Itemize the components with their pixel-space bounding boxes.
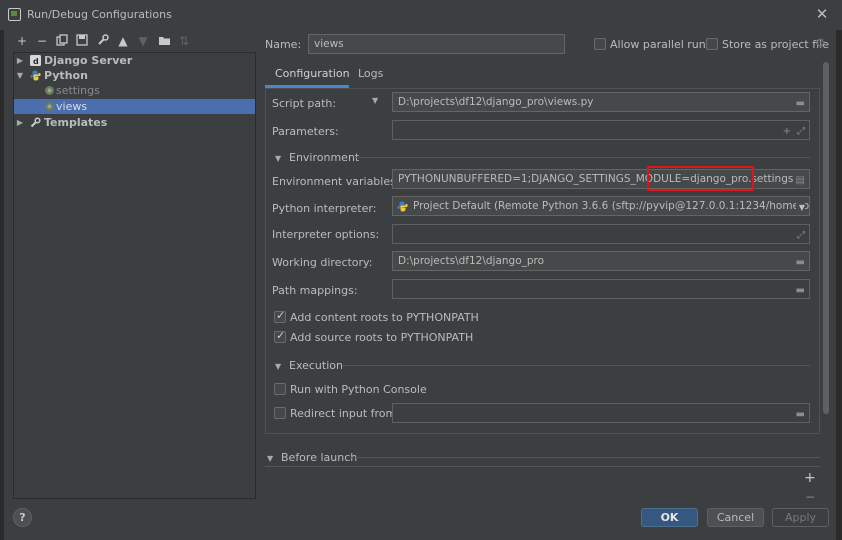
tree-item-label: settings bbox=[56, 84, 100, 97]
environment-section-title: Environment bbox=[289, 151, 360, 164]
interp-options-label: Interpreter options: bbox=[272, 228, 380, 241]
tree-item-label: Django Server bbox=[44, 54, 133, 67]
parameters-label: Parameters: bbox=[272, 125, 339, 138]
copy-icon[interactable] bbox=[55, 34, 69, 48]
chevron-down-icon[interactable]: ▼ bbox=[372, 96, 378, 105]
cancel-button[interactable]: Cancel bbox=[707, 508, 764, 527]
divider bbox=[343, 365, 810, 366]
working-dir-field[interactable]: D:\projects\df12\django_pro ▬ bbox=[392, 251, 810, 271]
window-edge-right bbox=[836, 30, 842, 540]
document-icon[interactable]: ▤ bbox=[796, 172, 805, 188]
tree-item-views[interactable]: views bbox=[14, 99, 255, 114]
wrench-icon[interactable] bbox=[96, 34, 110, 48]
remove-icon: − bbox=[805, 490, 816, 504]
apply-button[interactable]: Apply bbox=[772, 508, 829, 527]
folder-icon[interactable]: ▬ bbox=[796, 254, 805, 270]
script-path-value: D:\projects\df12\django_pro\views.py bbox=[398, 96, 594, 108]
store-project-checkbox[interactable] bbox=[706, 38, 718, 50]
add-source-roots-label: Add source roots to PYTHONPATH bbox=[290, 331, 474, 344]
move-down-icon: ▼ bbox=[138, 34, 148, 48]
python-icon bbox=[397, 200, 408, 215]
working-dir-value: D:\projects\df12\django_pro bbox=[398, 255, 545, 267]
interpreter-value: Project Default (Remote Python 3.6.6 (sf… bbox=[413, 200, 810, 212]
app-icon bbox=[8, 8, 21, 21]
collapse-arrow-icon[interactable]: ▼ bbox=[275, 362, 281, 371]
chevron-down-icon[interactable]: ▼ bbox=[16, 68, 24, 83]
add-content-roots-checkbox[interactable] bbox=[274, 309, 286, 323]
add-source-roots-checkbox[interactable] bbox=[274, 329, 286, 343]
path-mappings-label: Path mappings: bbox=[272, 284, 358, 297]
collapse-arrow-icon[interactable]: ▼ bbox=[275, 154, 281, 163]
gear-icon[interactable]: ⚙ bbox=[815, 37, 827, 49]
python-file-icon bbox=[44, 101, 55, 112]
add-icon[interactable]: + bbox=[804, 470, 816, 486]
redirect-input-field[interactable]: ▬ bbox=[392, 403, 810, 423]
close-icon[interactable]: ✕ bbox=[812, 4, 832, 24]
tree-item-python[interactable]: ▼ Python bbox=[14, 68, 255, 83]
wrench-icon bbox=[30, 117, 41, 128]
run-console-label: Run with Python Console bbox=[290, 383, 427, 396]
script-path-field[interactable]: D:\projects\df12\django_pro\views.py ▬ bbox=[392, 92, 810, 112]
tree-item-django-server[interactable]: ▶ d Django Server bbox=[14, 53, 255, 68]
folder-icon[interactable] bbox=[157, 34, 171, 48]
interpreter-dropdown[interactable]: Project Default (Remote Python 3.6.6 (sf… bbox=[392, 196, 810, 216]
window-edge-left bbox=[0, 30, 4, 540]
add-icon[interactable]: + bbox=[15, 34, 29, 48]
plus-icon[interactable]: + bbox=[783, 123, 791, 139]
allow-parallel-label: Allow parallel run bbox=[610, 38, 706, 51]
vertical-scrollbar[interactable] bbox=[823, 62, 829, 414]
redirect-input-label: Redirect input from: bbox=[290, 407, 400, 420]
expand-icon[interactable]: ⤢ bbox=[797, 227, 805, 243]
allow-parallel-checkbox[interactable] bbox=[594, 38, 606, 50]
folder-icon[interactable]: ▬ bbox=[796, 406, 805, 422]
path-mappings-field[interactable]: ▬ bbox=[392, 279, 810, 299]
tree-item-label: Templates bbox=[44, 116, 108, 129]
tree-item-templates[interactable]: ▶ Templates bbox=[14, 115, 255, 130]
ok-button[interactable]: OK bbox=[641, 508, 698, 527]
tab-logs[interactable]: Logs bbox=[358, 66, 383, 88]
remove-icon[interactable]: − bbox=[35, 34, 49, 48]
divider bbox=[350, 457, 820, 458]
help-button[interactable]: ? bbox=[13, 508, 32, 527]
chevron-right-icon[interactable]: ▶ bbox=[16, 53, 24, 68]
svg-text:d: d bbox=[33, 57, 39, 66]
name-label: Name: bbox=[265, 38, 302, 51]
add-content-roots-label: Add content roots to PYTHONPATH bbox=[290, 311, 479, 324]
save-icon[interactable] bbox=[75, 34, 89, 48]
run-console-checkbox[interactable] bbox=[274, 383, 286, 395]
configuration-tree[interactable]: ▶ d Django Server ▼ Python settings view… bbox=[13, 52, 256, 499]
script-path-label: Script path: bbox=[272, 97, 337, 110]
working-dir-label: Working directory: bbox=[272, 256, 373, 269]
divider bbox=[355, 157, 810, 158]
before-launch-title: Before launch bbox=[281, 451, 358, 464]
parameters-field[interactable]: + ⤢ bbox=[392, 120, 810, 140]
expand-icon[interactable]: ⤢ bbox=[797, 123, 805, 139]
tree-item-label: views bbox=[56, 100, 88, 113]
chevron-right-icon[interactable]: ▶ bbox=[16, 115, 24, 130]
folder-icon[interactable]: ▬ bbox=[796, 95, 805, 111]
interp-options-field[interactable]: ⤢ bbox=[392, 224, 810, 244]
django-icon: d bbox=[30, 55, 41, 66]
name-field[interactable]: views bbox=[308, 34, 565, 54]
tree-item-settings[interactable]: settings bbox=[14, 83, 255, 98]
python-file-icon bbox=[44, 85, 55, 96]
window-title: Run/Debug Configurations bbox=[27, 8, 172, 21]
highlight-box bbox=[647, 166, 754, 191]
collapse-arrow-icon[interactable]: ▼ bbox=[267, 454, 273, 463]
sort-icon: ⇅ bbox=[178, 34, 190, 48]
move-up-icon[interactable]: ▲ bbox=[116, 34, 130, 48]
chevron-down-icon[interactable]: ▼ bbox=[795, 199, 805, 215]
env-vars-label: Environment variables: bbox=[272, 175, 400, 188]
before-launch-list[interactable] bbox=[265, 466, 820, 500]
execution-section-title: Execution bbox=[289, 359, 343, 372]
redirect-input-checkbox[interactable] bbox=[274, 407, 286, 419]
tree-item-label: Python bbox=[44, 69, 88, 82]
interpreter-label: Python interpreter: bbox=[272, 202, 377, 215]
python-icon bbox=[30, 70, 41, 81]
folder-icon[interactable]: ▬ bbox=[796, 282, 805, 298]
tab-configuration[interactable]: Configuration bbox=[265, 66, 350, 88]
store-project-label: Store as project file bbox=[722, 38, 829, 51]
